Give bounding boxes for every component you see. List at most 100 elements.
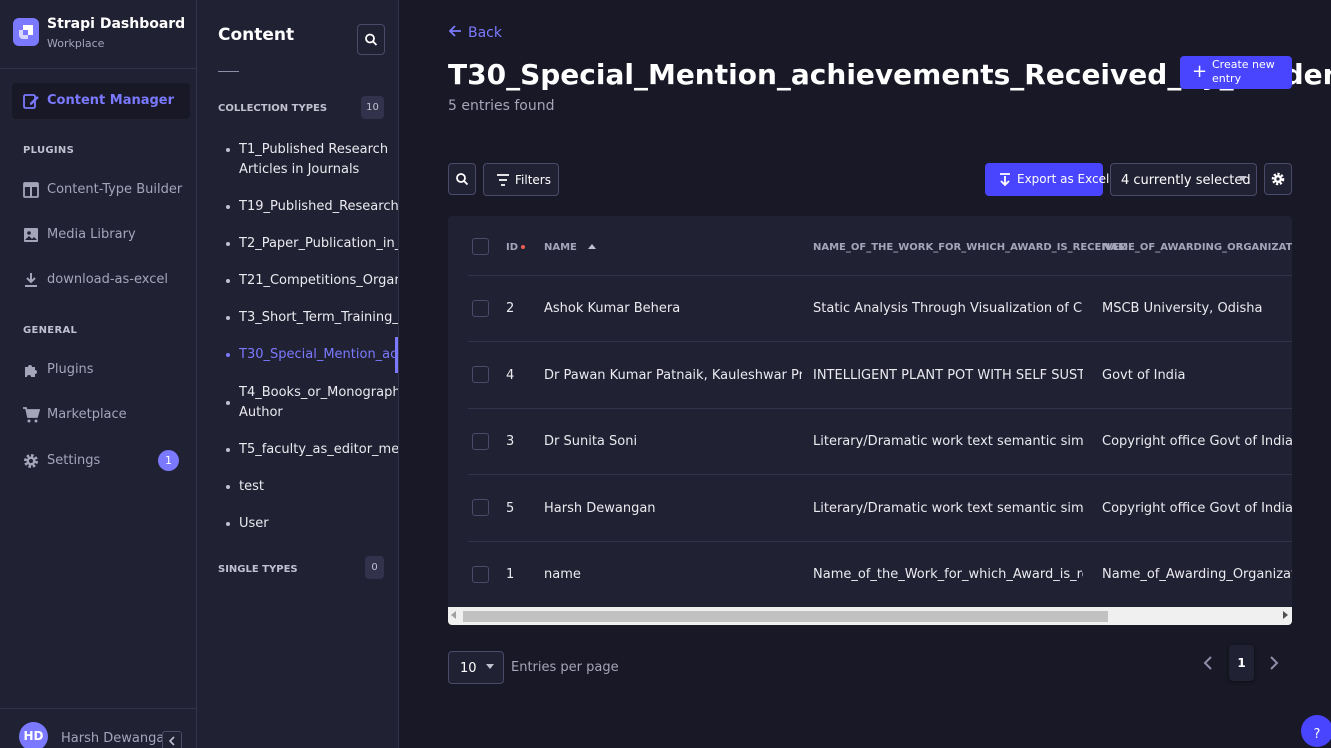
- link-label: T21_Competitions_Organized: [239, 273, 398, 288]
- row-checkbox[interactable]: [472, 366, 489, 383]
- single-types-label: SINGLE TYPES: [218, 564, 298, 575]
- cell-work: Name_of_the_Work_for_which_Award_is_rece…: [813, 567, 1083, 582]
- caret-down-icon: [486, 664, 494, 669]
- arrow-left-icon: [448, 24, 462, 41]
- puzzle-icon: [25, 365, 37, 377]
- cell-work: Literary/Dramatic work text semantic sim…: [813, 434, 1083, 449]
- cell-work: Static Analysis Through Visualization of…: [813, 301, 1083, 316]
- columns-select[interactable]: 4 currently selected: [1110, 163, 1257, 196]
- row-divider: [468, 541, 1292, 542]
- cell-name: name: [544, 567, 581, 582]
- link-label: T1_Published Research Articles in Journa…: [239, 142, 389, 177]
- nav-content-manager[interactable]: Content Manager: [12, 83, 190, 119]
- search-icon: [456, 173, 469, 186]
- row-divider: [468, 474, 1292, 475]
- shopping-cart-icon: [23, 407, 40, 423]
- cell-id: 3: [506, 434, 515, 449]
- row-checkbox[interactable]: [472, 300, 489, 317]
- chevron-left-icon: [1203, 656, 1212, 670]
- per-page-label: Entries per page: [511, 660, 619, 675]
- nav-content-type-builder[interactable]: Content-Type Builder: [12, 172, 190, 208]
- cell-organization: Copyright office Govt of India: [1102, 501, 1292, 516]
- column-header-name[interactable]: NAME: [544, 242, 597, 253]
- gear-icon: [24, 454, 38, 468]
- nav-label: Marketplace: [47, 407, 127, 422]
- cell-organization: MSCB University, Odisha: [1102, 301, 1263, 316]
- nav-settings[interactable]: Settings 1: [12, 443, 190, 479]
- column-header-label: ID: [506, 242, 519, 253]
- user-profile[interactable]: HD Harsh Dewangan: [0, 708, 196, 748]
- plus-icon: +: [1192, 61, 1208, 82]
- back-label: Back: [468, 25, 502, 41]
- image-icon: [24, 228, 38, 242]
- column-header-id[interactable]: ID: [506, 242, 526, 253]
- subnav-divider: [218, 71, 239, 72]
- select-all-checkbox[interactable]: [472, 238, 489, 255]
- filters-button[interactable]: Filters: [483, 163, 559, 196]
- gear-icon: [1271, 172, 1285, 186]
- cell-work: Literary/Dramatic work text semantic sim…: [813, 501, 1083, 516]
- row-divider: [468, 341, 1292, 342]
- link-label: T3_Short_Term_Training_Programmes: [239, 310, 399, 325]
- export-excel-button[interactable]: Export as Excel: [985, 163, 1109, 196]
- main-navigation: Strapi Dashboard Workplace Content Manag…: [0, 0, 197, 748]
- row-checkbox[interactable]: [472, 499, 489, 516]
- help-button[interactable]: ?: [1301, 715, 1331, 747]
- caret-down-icon: [1238, 176, 1246, 181]
- nav-plugins[interactable]: Plugins: [12, 352, 190, 388]
- next-page-button[interactable]: [1268, 655, 1280, 675]
- link-label: T2_Paper_Publication_in_Conference: [239, 236, 398, 251]
- cell-organization: Copyright office Govt of India: [1102, 434, 1292, 449]
- collection-types-label: COLLECTION TYPES: [218, 103, 328, 114]
- link-label: T4_Books_or_Monographs_P Author: [239, 385, 399, 420]
- row-checkbox[interactable]: [472, 433, 489, 450]
- cell-id: 5: [506, 501, 515, 516]
- export-label: Export as Excel: [1017, 172, 1110, 186]
- subnav-search-button[interactable]: [357, 24, 385, 55]
- nav-marketplace[interactable]: Marketplace: [12, 397, 190, 433]
- link-label: T5_faculty_as_editor_member: [239, 442, 399, 457]
- bullet-dot: [226, 485, 230, 489]
- column-header-organization[interactable]: NAME_OF_AWARDING_ORGANIZATION: [1102, 242, 1292, 253]
- entries-per-page-select[interactable]: 10: [448, 651, 504, 684]
- filter-icon: [497, 174, 509, 186]
- link-label: test: [239, 479, 264, 494]
- nav-label: Plugins: [47, 362, 94, 377]
- sort-ascending-icon: [588, 244, 597, 249]
- previous-page-button[interactable]: [1202, 655, 1214, 675]
- main-content: Back T30_Special_Mention_achievements_Re…: [400, 0, 1331, 748]
- row-divider: [468, 275, 1292, 276]
- entries-table: ID NAME NAME_OF_THE_WORK_FOR_WHICH_AWARD…: [448, 216, 1292, 625]
- bullet-dot: [226, 401, 230, 405]
- download-icon: [1000, 173, 1010, 187]
- collapse-nav-button[interactable]: [162, 731, 182, 748]
- bullet-dot: [226, 316, 230, 320]
- nav-label: Media Library: [47, 227, 136, 242]
- bullet-dot: [226, 279, 230, 283]
- bullet-dot: [226, 353, 230, 357]
- column-header-work[interactable]: NAME_OF_THE_WORK_FOR_WHICH_AWARD_IS_RECE…: [813, 242, 1128, 253]
- back-link[interactable]: Back: [448, 24, 502, 41]
- chevron-left-icon: [168, 736, 175, 746]
- page-number-button[interactable]: 1: [1229, 645, 1254, 681]
- cell-work: INTELLIGENT PLANT POT WITH SELF SUSTAIN.…: [813, 368, 1083, 383]
- pencil-icon: [23, 94, 39, 109]
- create-new-entry-button[interactable]: + Create new entry: [1180, 56, 1292, 89]
- nav-download-as-excel[interactable]: download-as-excel: [12, 262, 190, 298]
- bullet-dot: [226, 242, 230, 246]
- scrollbar-thumb[interactable]: [463, 611, 1108, 622]
- horizontal-scrollbar[interactable]: [448, 607, 1292, 625]
- column-header-label: NAME: [544, 242, 577, 253]
- scroll-right-arrow-icon[interactable]: [1283, 611, 1288, 619]
- row-checkbox[interactable]: [472, 566, 489, 583]
- brand-title: Strapi Dashboard: [47, 16, 186, 32]
- table-search-button[interactable]: [448, 163, 476, 195]
- scroll-left-arrow-icon[interactable]: [451, 611, 456, 619]
- bullet-dot: [226, 148, 230, 152]
- brand-header: Strapi Dashboard Workplace: [0, 0, 196, 69]
- nav-label: Settings: [47, 453, 101, 468]
- settings-button[interactable]: [1264, 163, 1292, 195]
- cell-id: 1: [506, 567, 515, 582]
- filters-label: Filters: [515, 173, 551, 187]
- nav-media-library[interactable]: Media Library: [12, 217, 190, 253]
